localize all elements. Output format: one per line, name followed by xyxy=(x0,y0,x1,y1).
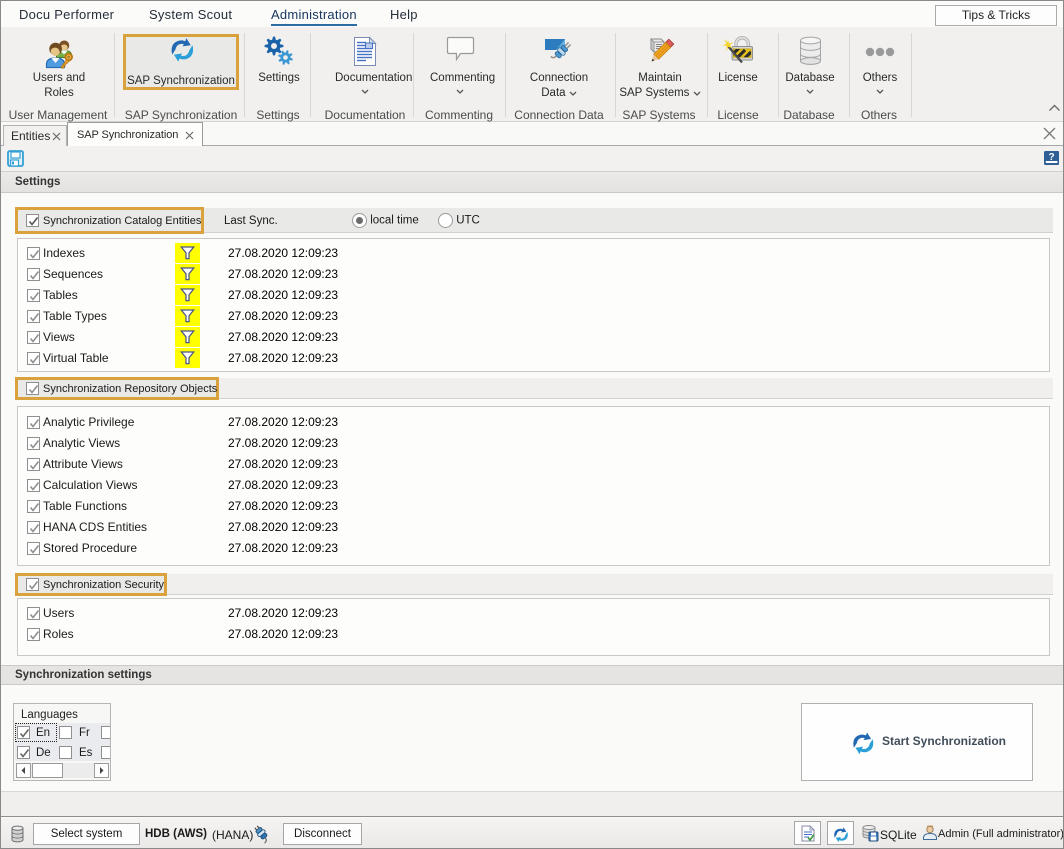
svg-text:?: ? xyxy=(1049,152,1055,163)
